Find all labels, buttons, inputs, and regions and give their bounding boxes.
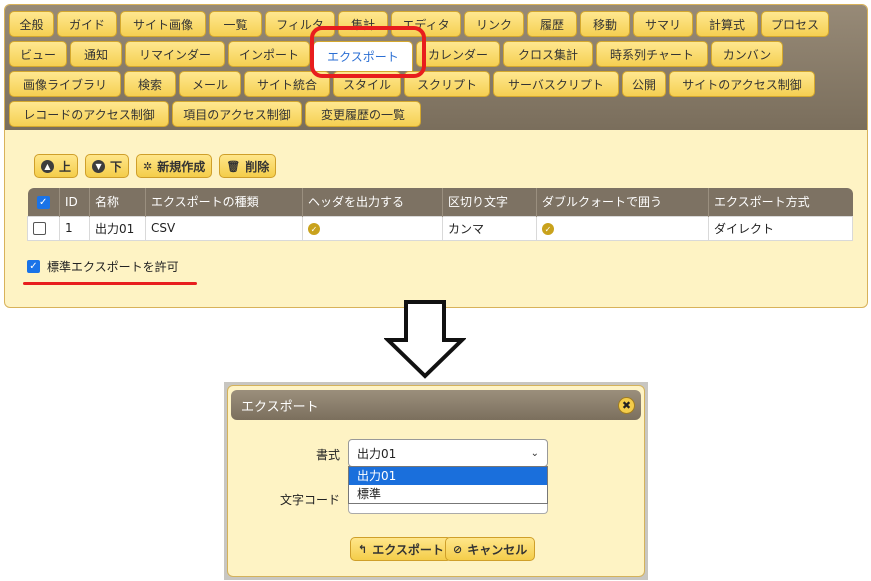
cancel-icon: ⊘ [453, 542, 463, 556]
check-circle-icon: ✓ [308, 223, 320, 236]
cell-delimiter: カンマ [442, 215, 537, 241]
tab-row-4: レコードのアクセス制御 項目のアクセス制御 変更履歴の一覧 [9, 101, 867, 131]
table-row[interactable]: 1 出力01 CSV ✓ カンマ ✓ ダイレクト [27, 215, 853, 241]
tab-image-library[interactable]: 画像ライブラリ [9, 71, 121, 97]
allow-standard-export-checkbox[interactable]: ✓ [27, 260, 40, 273]
row-checkbox[interactable] [33, 222, 46, 235]
tab-general[interactable]: 全般 [9, 11, 54, 37]
encoding-label: 文字コード [279, 493, 340, 507]
cell-export-type: CSV [145, 215, 303, 241]
annotation-underline [23, 282, 197, 285]
tab-move[interactable]: 移動 [580, 11, 630, 37]
format-option[interactable]: 標準 [349, 485, 547, 503]
arrow-down-icon: ▼ [92, 159, 106, 173]
cell-double-quote: ✓ [536, 215, 709, 241]
tab-summary[interactable]: サマリ [633, 11, 693, 37]
export-settings-table: ✓ ID 名称 エクスポートの種類 ヘッダを出力する 区切り文字 ダブルクォート… [27, 188, 853, 241]
tab-view[interactable]: ビュー [9, 41, 67, 67]
select-all-cell: ✓ [27, 188, 60, 216]
reply-arrow-icon: ↰ [358, 542, 368, 556]
annotation-highlight-box [310, 26, 426, 78]
cell-id: 1 [59, 215, 90, 241]
tab-mail[interactable]: メール [179, 71, 241, 97]
column-header-export-method[interactable]: エクスポート方式 [708, 188, 853, 216]
tab-crosstab[interactable]: クロス集計 [503, 41, 593, 67]
column-header-double-quote[interactable]: ダブルクォートで囲う [536, 188, 709, 216]
move-up-button[interactable]: ▲ 上 [34, 154, 79, 178]
tab-history[interactable]: 履歴 [527, 11, 577, 37]
delete-label: 削除 [245, 159, 270, 174]
allow-standard-export[interactable]: ✓ 標準エクスポートを許可 [27, 258, 179, 275]
tab-reminder[interactable]: リマインダー [125, 41, 225, 67]
column-header-id[interactable]: ID [59, 188, 90, 216]
cancel-button-label: キャンセル [467, 542, 528, 557]
cell-name: 出力01 [89, 215, 146, 241]
column-header-export-type[interactable]: エクスポートの種類 [145, 188, 303, 216]
tab-record-access-control[interactable]: レコードのアクセス制御 [9, 101, 169, 127]
tab-timeseries-chart[interactable]: 時系列チャート [596, 41, 708, 67]
format-option[interactable]: 出力01 [349, 467, 547, 485]
dialog-title-bar: エクスポート ✖ [231, 390, 641, 420]
new-button[interactable]: ✲ 新規作成 [136, 154, 213, 178]
gear-icon: ✲ [143, 159, 153, 173]
row-select-cell [27, 215, 60, 241]
tab-link[interactable]: リンク [464, 11, 524, 37]
tab-guide[interactable]: ガイド [57, 11, 117, 37]
allow-standard-export-label: 標準エクスポートを許可 [47, 260, 179, 274]
check-circle-icon: ✓ [542, 223, 554, 236]
tab-row-1: 全般 ガイド サイト画像 一覧 フィルタ 集計 エディタ リンク 履歴 移動 サ… [9, 11, 867, 41]
trash-icon: 🗑 [226, 159, 241, 173]
tab-process[interactable]: プロセス [761, 11, 829, 37]
column-header-name[interactable]: 名称 [89, 188, 146, 216]
format-selected-value: 出力01 [357, 446, 397, 461]
tab-row-3: 画像ライブラリ 検索 メール サイト統合 スタイル スクリプト サーバスクリプト… [9, 71, 867, 101]
move-down-label: 下 [110, 159, 123, 174]
tab-import[interactable]: インポート [228, 41, 310, 67]
tab-publish[interactable]: 公開 [622, 71, 666, 97]
cell-output-header: ✓ [302, 215, 443, 241]
cancel-button[interactable]: ⊘ キャンセル [445, 537, 536, 561]
chevron-down-icon: ⌄ [530, 447, 539, 459]
table-header-row: ✓ ID 名称 エクスポートの種類 ヘッダを出力する 区切り文字 ダブルクォート… [27, 188, 853, 216]
new-label: 新規作成 [157, 159, 206, 174]
format-label: 書式 [315, 448, 340, 462]
down-arrow-icon [384, 300, 466, 379]
tab-change-history-list[interactable]: 変更履歴の一覧 [305, 101, 421, 127]
tab-calendar[interactable]: カレンダー [416, 41, 500, 67]
settings-tab-bar: 全般 ガイド サイト画像 一覧 フィルタ 集計 エディタ リンク 履歴 移動 サ… [5, 5, 867, 130]
tab-list[interactable]: 一覧 [209, 11, 262, 37]
format-dropdown-list: 出力01 標準 [348, 466, 548, 504]
site-settings-panel: 全般 ガイド サイト画像 一覧 フィルタ 集計 エディタ リンク 履歴 移動 サ… [4, 4, 868, 308]
export-dialog: エクスポート ✖ 書式 出力01 ⌄ 出力01 標準 文字コード ↰ エクスポー… [227, 385, 645, 577]
dialog-overlay: エクスポート ✖ 書式 出力01 ⌄ 出力01 標準 文字コード ↰ エクスポー… [224, 382, 648, 580]
export-button-label: エクスポート [372, 542, 444, 557]
cell-export-method: ダイレクト [708, 215, 853, 241]
dialog-title: エクスポート [241, 399, 319, 415]
format-select[interactable]: 出力01 ⌄ [348, 439, 548, 467]
tab-site-access-control[interactable]: サイトのアクセス制御 [669, 71, 815, 97]
tab-column-access-control[interactable]: 項目のアクセス制御 [172, 101, 302, 127]
export-toolbar: ▲ 上 ▼ 下 ✲ 新規作成 🗑 削除 [34, 154, 283, 178]
export-button[interactable]: ↰ エクスポート [350, 537, 452, 561]
close-icon[interactable]: ✖ [618, 397, 635, 414]
column-header-delimiter[interactable]: 区切り文字 [442, 188, 537, 216]
move-down-button[interactable]: ▼ 下 [85, 154, 130, 178]
tab-site-image[interactable]: サイト画像 [120, 11, 206, 37]
tab-formula[interactable]: 計算式 [696, 11, 758, 37]
tab-server-script[interactable]: サーバスクリプト [493, 71, 619, 97]
move-up-label: 上 [59, 159, 72, 174]
tab-row-2: ビュー 通知 リマインダー インポート エクスポート カレンダー クロス集計 時… [9, 41, 867, 71]
tab-search[interactable]: 検索 [124, 71, 176, 97]
tab-kanban[interactable]: カンバン [711, 41, 783, 67]
delete-button[interactable]: 🗑 削除 [219, 154, 277, 178]
column-header-output-header[interactable]: ヘッダを出力する [302, 188, 443, 216]
tab-notification[interactable]: 通知 [70, 41, 122, 67]
arrow-up-icon: ▲ [41, 159, 54, 173]
select-all-checkbox[interactable]: ✓ [36, 195, 50, 209]
